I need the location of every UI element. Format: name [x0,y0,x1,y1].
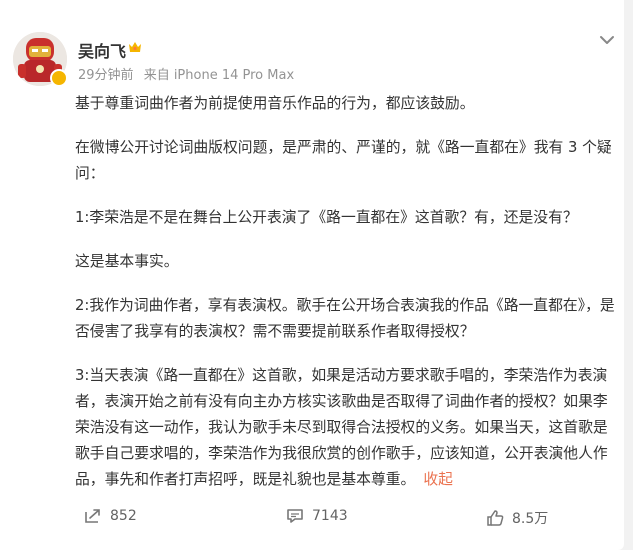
like-count: 8.5万 [512,511,549,527]
verified-badge-icon [50,69,68,87]
chevron-down-icon[interactable] [598,34,616,46]
comment-count: 7143 [312,508,348,524]
post-paragraph-last: 3:当天表演《路一直都在》这首歌，如果是活动方要求歌手唱的，李荣浩作为表演者，表… [75,363,615,493]
post-paragraph: 在微博公开讨论词曲版权问题，是严肃的、严谨的，就《路一直都在》我有 3 个疑问： [75,139,612,182]
post-time[interactable]: 29分钟前 [78,68,134,83]
post-paragraph: 基于尊重词曲作者为前提使用音乐作品的行为，都应该鼓励。 [75,95,475,112]
forward-count: 852 [110,508,137,524]
post-source: 来自 iPhone 14 Pro Max [143,68,295,83]
collapse-link[interactable]: 收起 [423,471,453,488]
forward-icon [85,509,100,523]
post-paragraph: 1:李荣浩是不是在舞台上公开表演了《路一直都在》这首歌？有，还是没有？ [75,209,578,226]
forward-button[interactable]: 852 [84,508,137,524]
crown-icon[interactable] [128,40,142,54]
comment-button[interactable]: 7143 [286,508,348,524]
post-paragraph: 2:我作为词曲作者，享有表演权。歌手在公开场合表演我的作品《路一直都在》，是否侵… [75,297,615,340]
action-bar: 852 7143 8.5万 [0,508,624,538]
weibo-post-card: 吴向飞 29分钟前 来自 iPhone 14 Pro Max 基于尊重词曲作者为… [0,0,624,550]
post-paragraph-text: 3:当天表演《路一直都在》这首歌，如果是活动方要求歌手唱的，李荣浩作为表演者，表… [75,367,608,488]
like-icon [487,510,504,526]
post-content: 基于尊重词曲作者为前提使用音乐作品的行为，都应该鼓励。 在微博公开讨论词曲版权问… [75,91,615,511]
post-paragraph: 这是基本事实。 [75,253,179,270]
post-meta: 29分钟前 来自 iPhone 14 Pro Max [78,64,300,83]
username[interactable]: 吴向飞 [78,38,126,62]
like-button[interactable]: 8.5万 [486,508,548,528]
comment-icon [287,509,303,523]
